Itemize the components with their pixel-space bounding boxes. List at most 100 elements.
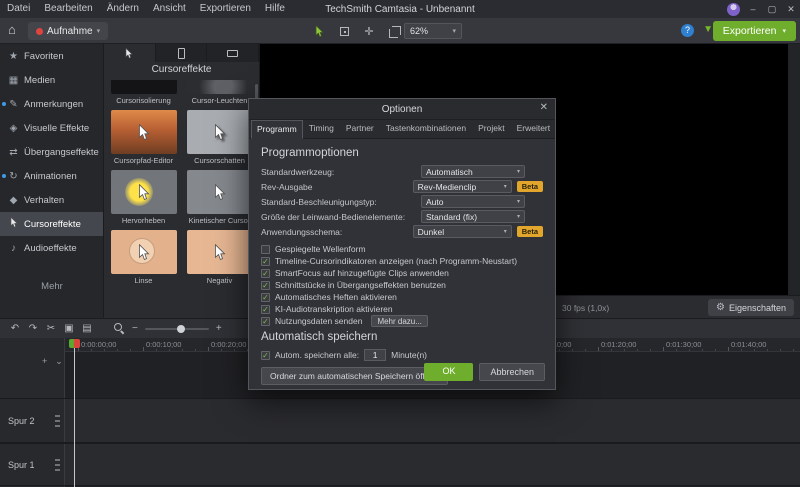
track-spur-2[interactable]: Spur 2: [0, 398, 800, 443]
transform-tool[interactable]: [335, 22, 353, 40]
record-button[interactable]: Aufnahme: [28, 22, 108, 40]
paste-icon[interactable]: [78, 324, 96, 334]
track-spur-1[interactable]: Spur 1: [0, 443, 800, 486]
animations-icon: ↻: [7, 171, 20, 182]
effect-hervorheben[interactable]: Hervorheben: [111, 170, 177, 225]
lens-thumbnail: [111, 230, 177, 274]
autosave-interval-input[interactable]: [364, 349, 386, 361]
option-field-standardwerkzeug: Standardwerkzeug:Automatisch: [261, 164, 543, 179]
cut-icon[interactable]: [42, 324, 60, 334]
menu-ändern[interactable]: Ändern: [100, 0, 146, 18]
ok-button[interactable]: OK: [424, 363, 473, 381]
close-icon[interactable]: [540, 103, 548, 113]
autosave-label: Autom. speichern alle:: [275, 350, 359, 360]
dropdown-größe-der-leinwand-bedienelemente[interactable]: Standard (fix): [421, 210, 525, 223]
menu-bearbeiten[interactable]: Bearbeiten: [37, 0, 99, 18]
collapse-tracks-icon[interactable]: [55, 356, 63, 367]
dropdown-standard-beschleunigungstyp[interactable]: Auto: [421, 195, 525, 208]
checkbox[interactable]: ✓: [261, 293, 270, 302]
sidebar-item-cursoreffekte[interactable]: Cursoreffekte: [0, 212, 103, 236]
help-icon[interactable]: ?: [681, 24, 694, 37]
sidebar-item-label: Cursoreffekte: [24, 219, 81, 230]
effect-cursorisolierung[interactable]: Cursorisolierung: [111, 80, 177, 105]
more-info-button[interactable]: Mehr dazu...: [371, 315, 427, 327]
menu-datei[interactable]: Datei: [0, 0, 37, 18]
copy-icon[interactable]: [60, 324, 78, 334]
checkbox[interactable]: [261, 245, 270, 254]
track-options-icon[interactable]: [55, 415, 60, 427]
minimize-button[interactable]: –: [747, 4, 759, 14]
menu-ansicht[interactable]: Ansicht: [146, 0, 193, 18]
properties-button[interactable]: Eigenschaften: [708, 299, 794, 316]
dropdown-standardwerkzeug[interactable]: Automatisch: [421, 165, 525, 178]
dialog-tab-timing[interactable]: Timing: [303, 119, 340, 138]
timeline-zoom-slider[interactable]: [145, 328, 209, 330]
dialog-title: Optionen: [382, 104, 423, 115]
section-title-program: Programmoptionen: [261, 147, 543, 159]
undo-icon[interactable]: [6, 324, 24, 334]
user-avatar[interactable]: [727, 3, 740, 16]
effect-label: Cursorisolierung: [111, 96, 177, 105]
zoom-select[interactable]: 62%: [404, 23, 462, 39]
dialog-tab-partner[interactable]: Partner: [340, 119, 380, 138]
selection-tool[interactable]: [310, 22, 328, 40]
sidebar-item-audioeffekte[interactable]: ♪Audioeffekte: [0, 236, 103, 260]
maximize-button[interactable]: ▢: [766, 4, 778, 15]
effect-linse[interactable]: Linse: [111, 230, 177, 285]
open-autosave-folder-button[interactable]: Ordner zum automatischen Speichern öffne…: [261, 367, 448, 385]
effect-negativ[interactable]: Negativ: [187, 230, 253, 285]
chevron-down-icon: [504, 229, 507, 235]
dialog-tab-tastenkombinationen[interactable]: Tastenkombinationen: [380, 119, 472, 138]
sidebar-item-favoriten[interactable]: ★Favoriten: [0, 44, 103, 68]
ruler-tick: [702, 349, 703, 351]
menu-exportieren[interactable]: Exportieren: [193, 0, 258, 18]
pan-tool[interactable]: ✛: [360, 22, 378, 40]
cancel-button[interactable]: Abbrechen: [479, 363, 545, 381]
sidebar-item-animationen[interactable]: ↻Animationen: [0, 164, 103, 188]
playhead-line[interactable]: [74, 348, 75, 487]
menu-hilfe[interactable]: Hilfe: [258, 0, 292, 18]
option-check-timeline-cursorindikatoren-anzeigen-nach-programm-neustart: ✓Timeline-Cursorindikatoren anzeigen (na…: [261, 255, 543, 267]
redo-icon[interactable]: [24, 324, 42, 334]
checkbox[interactable]: ✓: [261, 317, 270, 326]
checkbox[interactable]: ✓: [261, 269, 270, 278]
sidebar-more-button[interactable]: Mehr: [0, 281, 104, 292]
dialog-tab-erweitert[interactable]: Erweitert: [511, 119, 557, 138]
effect-cursorschatten[interactable]: Cursorschatten: [187, 110, 253, 165]
checkbox[interactable]: ✓: [261, 281, 270, 290]
zoom-out-button[interactable]: [132, 324, 138, 334]
crop-tool[interactable]: [385, 22, 403, 40]
dialog-tab-projekt[interactable]: Projekt: [472, 119, 510, 138]
close-button[interactable]: ✕: [785, 4, 797, 15]
dropdown-anwendungsschema[interactable]: Dunkel: [413, 225, 512, 238]
sidebar-item-übergangseffekte[interactable]: ⇄Übergangseffekte: [0, 140, 103, 164]
gesture-landscape-tab[interactable]: [207, 44, 259, 62]
gesture-portrait-tab[interactable]: [156, 44, 208, 62]
playhead-handle[interactable]: [69, 339, 80, 348]
selection-end-handle[interactable]: [74, 339, 80, 348]
ruler-tick: [780, 349, 781, 351]
ruler-tick: [650, 349, 651, 351]
update-download-icon[interactable]: [703, 24, 713, 35]
home-icon[interactable]: [8, 22, 16, 37]
effect-cursorpfad-editor[interactable]: Cursorpfad-Editor: [111, 110, 177, 165]
cursor-tab[interactable]: [104, 44, 156, 62]
option-check-smartfocus-auf-hinzugefügte-clips-anwenden: ✓SmartFocus auf hinzugefügte Clips anwen…: [261, 267, 543, 279]
effect-cursor-leuchten[interactable]: Cursor-Leuchten: [187, 80, 253, 105]
sidebar-item-medien[interactable]: ▦Medien: [0, 68, 103, 92]
sidebar-item-visuelle-effekte[interactable]: ◈Visuelle Effekte: [0, 116, 103, 140]
effect-kinetischer-cursor[interactable]: Kinetischer Cursor: [187, 170, 253, 225]
zoom-slider-thumb[interactable]: [177, 325, 185, 333]
track-options-icon[interactable]: [55, 459, 60, 471]
checkbox[interactable]: ✓: [261, 257, 270, 266]
dialog-tab-programm[interactable]: Programm: [251, 120, 303, 139]
add-track-button[interactable]: [42, 356, 47, 367]
export-button[interactable]: Exportieren: [713, 21, 796, 41]
sidebar-item-verhalten[interactable]: ◆Verhalten: [0, 188, 103, 212]
autosave-checkbox[interactable]: ✓: [261, 351, 270, 360]
checkbox[interactable]: ✓: [261, 305, 270, 314]
dropdown-rev-ausgabe[interactable]: Rev-Medienclip: [413, 180, 512, 193]
sidebar-item-anmerkungen[interactable]: ✎Anmerkungen: [0, 92, 103, 116]
dialog-titlebar[interactable]: Optionen: [249, 99, 555, 120]
zoom-in-button[interactable]: [216, 324, 222, 334]
